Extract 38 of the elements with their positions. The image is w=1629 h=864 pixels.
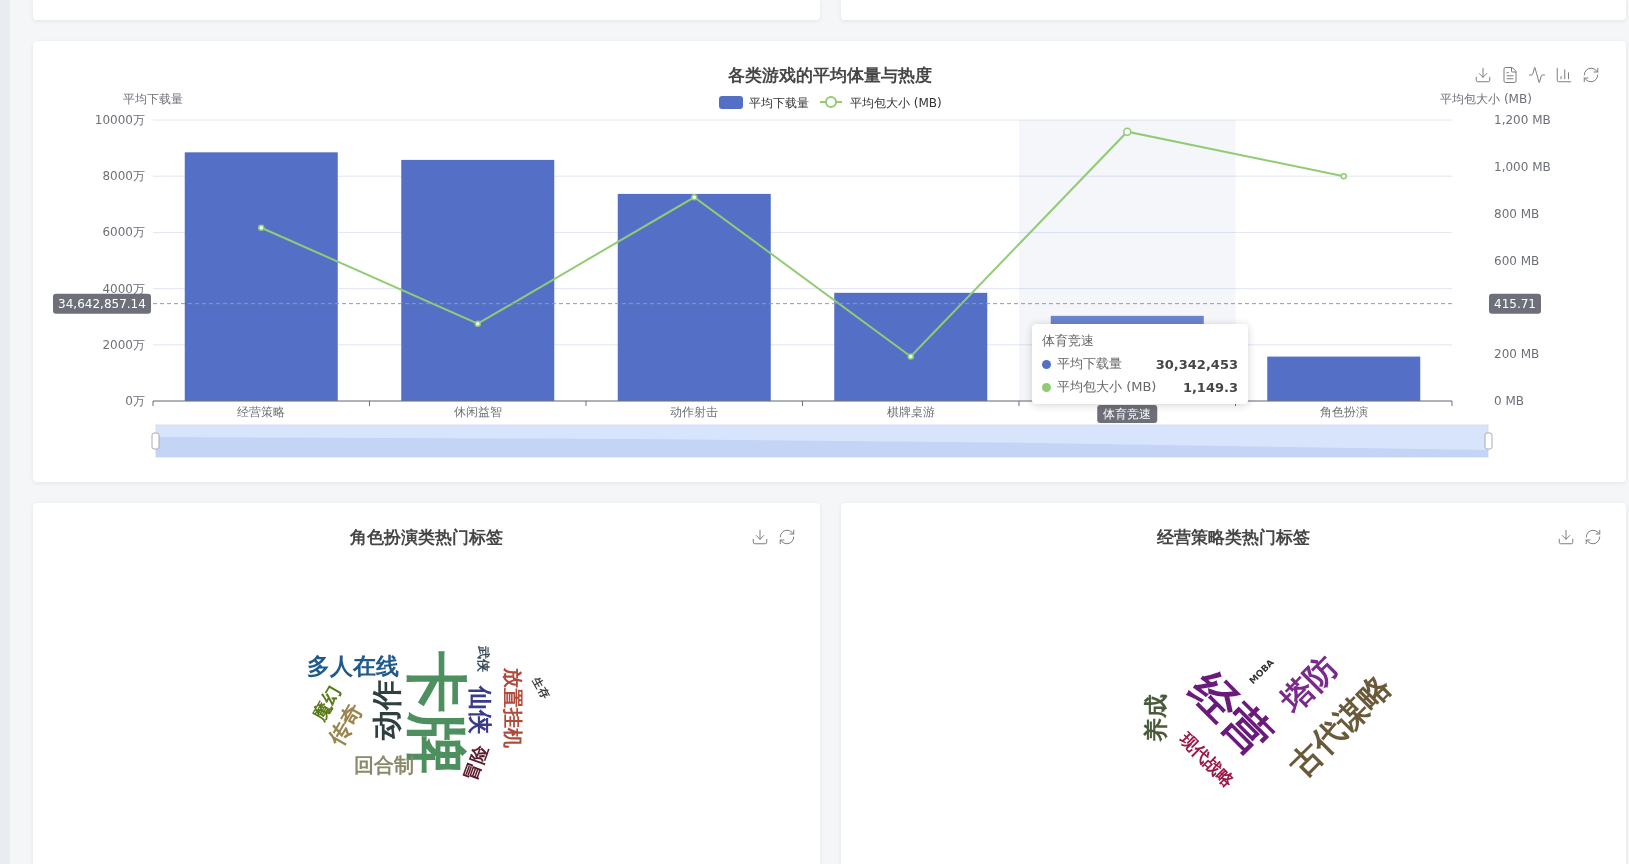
tick-label: 2000万 [102,337,145,352]
tag-word: 武侠 [476,646,490,672]
tag-word: 生存 [530,675,552,701]
series-name: 平均下载量 [1057,355,1123,373]
tag-word: 动作 [372,680,402,740]
tick-label: 200 MB [1494,347,1540,362]
series-name: 平均包大小 (MB) [1057,378,1158,396]
category-label: 经营策略 [237,405,286,419]
tick-label: 1,000 MB [1494,159,1551,174]
series-value: 30,342,453 [1155,356,1238,372]
tick-label: 4000万 [102,281,145,296]
category-label: 棋牌桌游 [886,405,935,419]
axis-title: 平均包大小 (MB) [1440,92,1532,106]
tick-label: 6000万 [102,225,145,240]
chart-title: 经营策略类热门标签 [1157,525,1310,549]
x-tick-label: 体育竞速 [1103,407,1152,421]
axis-title: 平均下载量 [123,92,183,106]
tick-label: 0 MB [1494,394,1525,408]
tag-word: 仙侠 [468,686,492,734]
pointer-label: 34,642,857.14 [53,293,151,314]
pointer-label: 415.71 [1489,293,1541,314]
category-label: 动作射击 [670,405,719,419]
tick-label: 8000万 [102,169,145,184]
tooltip-title: 体育竞速 [1042,332,1095,350]
tick-label: 800 MB [1494,206,1540,221]
tick-label: 10000万 [94,113,145,127]
tick-label: 1,200 MB [1494,113,1551,127]
tag-word: 放置挂机 [503,668,523,748]
category-label: 休闲益智 [453,405,502,419]
chart-title: 各类游戏的平均体量与热度 [727,63,932,87]
tag-word: 多人在线 [307,654,399,678]
axis-pointer-label: 体育竞速 [1097,405,1158,423]
series-value: 1,149.3 [1182,379,1238,395]
tag-word: 养成 [1144,694,1168,742]
chart-title: 角色扮演类热门标签 [350,525,503,549]
tick-label: 0万 [125,394,145,408]
tick-label: 600 MB [1494,253,1540,268]
category-label: 角色扮演 [1319,405,1368,419]
